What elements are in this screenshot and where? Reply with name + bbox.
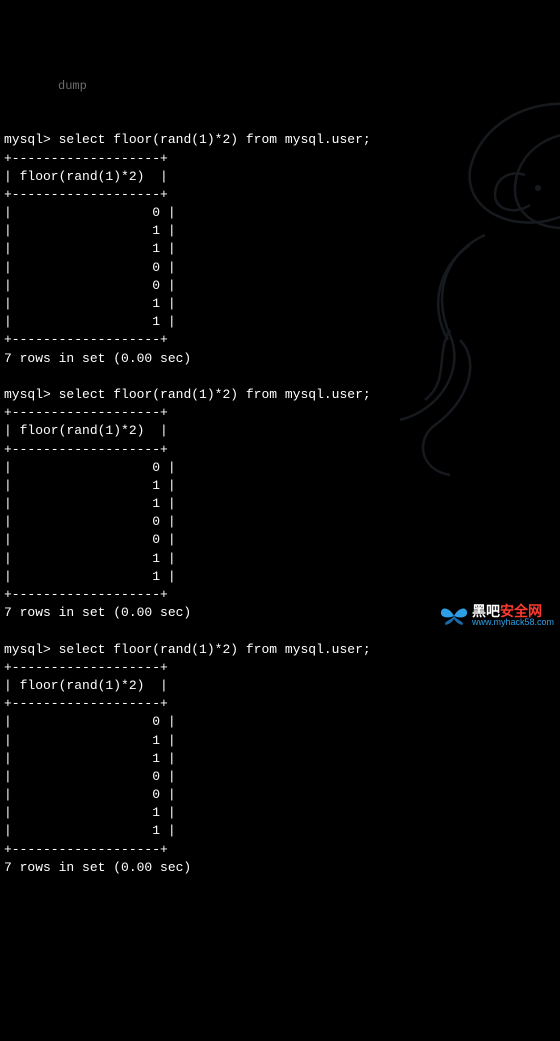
cell: 0	[152, 787, 160, 802]
table-header: | floor(rand(1)*2) |	[4, 423, 168, 438]
table-border: +-------------------+	[4, 151, 168, 166]
terminal-output: mysql> select floor(rand(1)*2) from mysq…	[4, 113, 560, 877]
table-border: +-------------------+	[4, 842, 168, 857]
table-border: +-------------------+	[4, 405, 168, 420]
cell: 0	[152, 532, 160, 547]
table-border: +-------------------+	[4, 696, 168, 711]
cell: 1	[152, 805, 160, 820]
cell: 1	[152, 241, 160, 256]
cell: 0	[152, 714, 160, 729]
ghost-label: dump	[58, 78, 87, 95]
table-header: | floor(rand(1)*2) |	[4, 169, 168, 184]
cell: 0	[152, 278, 160, 293]
table-border: +-------------------+	[4, 332, 168, 347]
sql-query: select floor(rand(1)*2) from mysql.user;	[59, 642, 371, 657]
prompt: mysql>	[4, 387, 51, 402]
cell: 1	[152, 223, 160, 238]
cell: 0	[152, 260, 160, 275]
cell: 1	[152, 823, 160, 838]
sql-query: select floor(rand(1)*2) from mysql.user;	[59, 132, 371, 147]
cell: 1	[152, 496, 160, 511]
cell: 0	[152, 769, 160, 784]
cell: 1	[152, 296, 160, 311]
cell: 1	[152, 733, 160, 748]
site-watermark: 黑吧安全网 www.myhack58.com	[440, 604, 554, 627]
cell: 1	[152, 478, 160, 493]
status-line: 7 rows in set (0.00 sec)	[4, 605, 191, 620]
status-line: 7 rows in set (0.00 sec)	[4, 351, 191, 366]
cell: 1	[152, 551, 160, 566]
table-border: +-------------------+	[4, 660, 168, 675]
table-border: +-------------------+	[4, 587, 168, 602]
butterfly-icon	[440, 606, 468, 626]
sql-query: select floor(rand(1)*2) from mysql.user;	[59, 387, 371, 402]
prompt: mysql>	[4, 642, 51, 657]
cell: 0	[152, 205, 160, 220]
watermark-url: www.myhack58.com	[472, 618, 554, 627]
watermark-title: 黑吧安全网	[472, 604, 554, 618]
table-border: +-------------------+	[4, 187, 168, 202]
cell: 0	[152, 514, 160, 529]
prompt: mysql>	[4, 132, 51, 147]
cell: 1	[152, 751, 160, 766]
cell: 1	[152, 569, 160, 584]
table-header: | floor(rand(1)*2) |	[4, 678, 168, 693]
status-line: 7 rows in set (0.00 sec)	[4, 860, 191, 875]
cell: 0	[152, 460, 160, 475]
cell: 1	[152, 314, 160, 329]
table-border: +-------------------+	[4, 442, 168, 457]
